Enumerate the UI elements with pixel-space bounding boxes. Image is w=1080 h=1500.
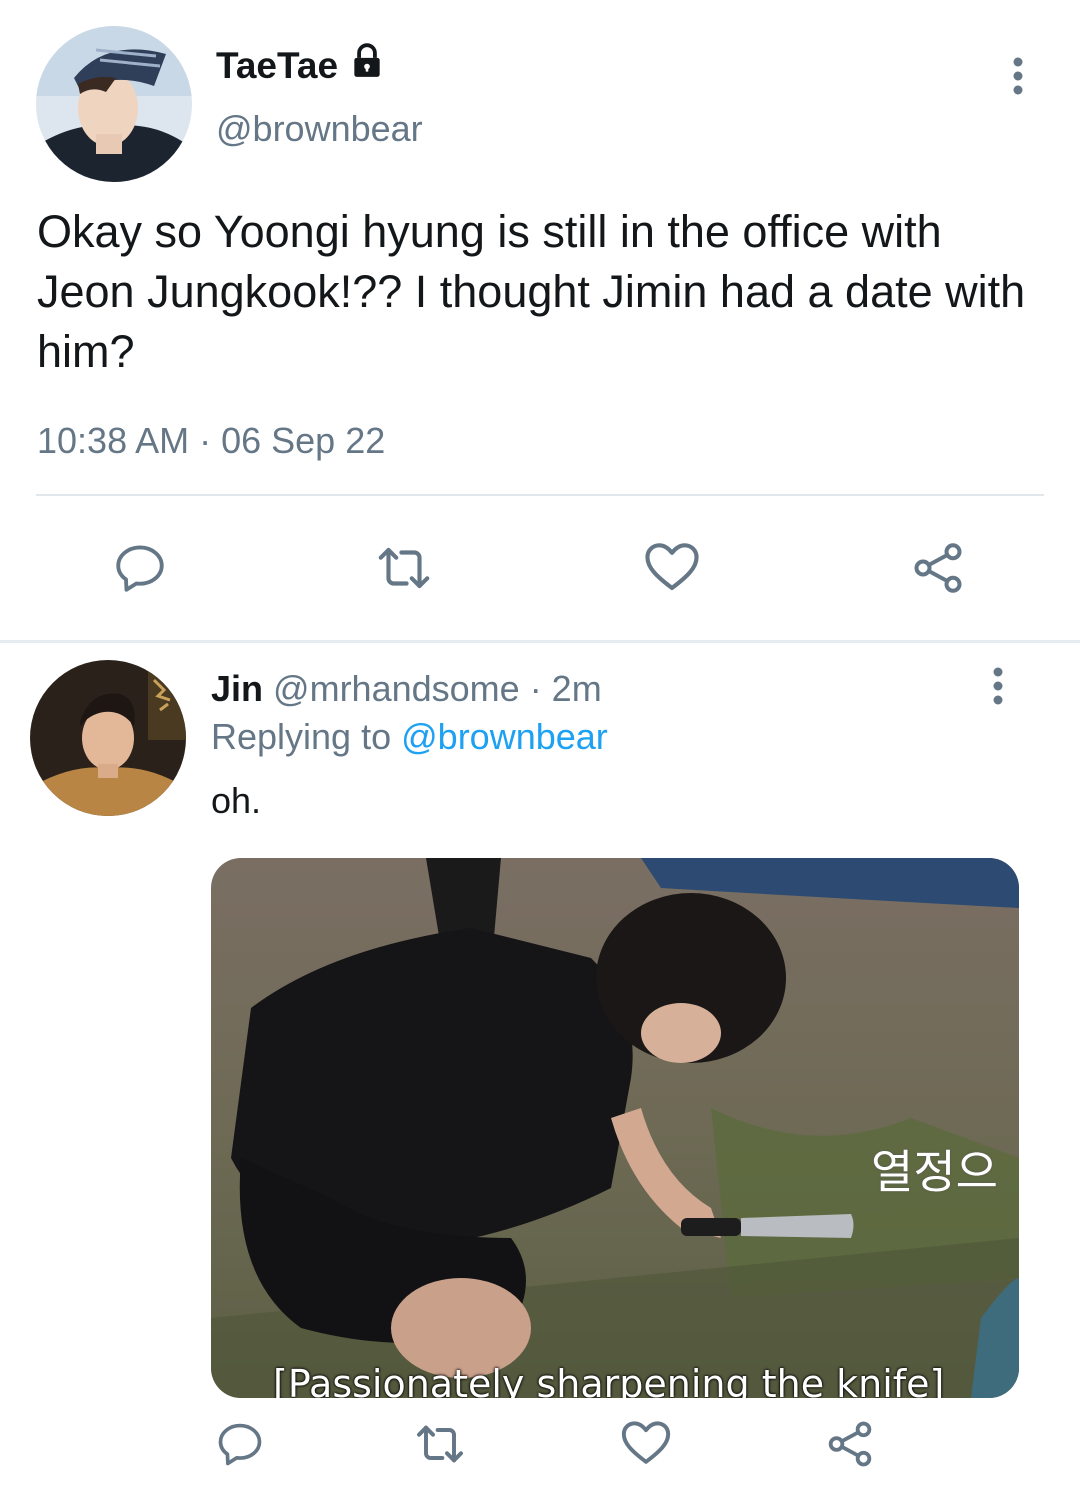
lock-icon xyxy=(348,42,386,89)
reply-icon xyxy=(111,539,169,602)
share-icon xyxy=(823,1417,877,1476)
share-button[interactable] xyxy=(906,538,970,602)
handle[interactable]: @brownbear xyxy=(216,108,423,150)
reply-retweet-button[interactable] xyxy=(412,1418,468,1474)
retweet-button[interactable] xyxy=(372,538,436,602)
like-icon xyxy=(618,1414,674,1475)
retweet-icon xyxy=(412,1416,468,1477)
retweet-icon xyxy=(373,537,435,604)
reply-display-name[interactable]: Jin xyxy=(211,668,263,709)
reply-time: · 2m xyxy=(529,668,602,709)
divider xyxy=(36,494,1044,496)
tweet-text: Okay so Yoongi hyung is still in the off… xyxy=(37,206,1026,377)
reply-share-button[interactable] xyxy=(822,1418,878,1474)
section-separator xyxy=(0,640,1080,643)
reply-more-options-icon[interactable] xyxy=(980,666,1016,706)
reply-reply-button[interactable] xyxy=(212,1418,268,1474)
overlay-text: 열정으 xyxy=(871,1145,998,1199)
like-icon xyxy=(641,535,703,602)
reply-handle[interactable]: @mrhandsome xyxy=(273,668,520,709)
replying-to-link[interactable]: @brownbear xyxy=(401,716,608,757)
timestamp[interactable]: 10:38 AM · 06 Sep 22 xyxy=(37,420,385,462)
more-options-icon[interactable] xyxy=(1000,56,1036,96)
share-icon xyxy=(908,538,968,603)
reply-avatar[interactable] xyxy=(30,660,186,816)
like-button[interactable] xyxy=(640,536,704,600)
display-name[interactable]: TaeTae xyxy=(216,42,386,89)
reply-button[interactable] xyxy=(108,538,172,602)
reply-meta: Jin @mrhandsome · 2m xyxy=(211,668,602,710)
replying-prefix: Replying to xyxy=(211,716,392,757)
display-name-text: TaeTae xyxy=(216,44,339,86)
reply-text: oh. xyxy=(211,780,262,821)
replying-to: Replying to @brownbear xyxy=(211,716,608,758)
media-caption: [Passionately sharpening the knife] xyxy=(273,1362,945,1398)
reply-like-button[interactable] xyxy=(618,1416,674,1472)
reply-media-image[interactable]: 열정으 [Passionately sharpening the knife] xyxy=(211,858,1019,1398)
avatar[interactable] xyxy=(36,26,192,182)
reply-icon xyxy=(214,1418,266,1475)
